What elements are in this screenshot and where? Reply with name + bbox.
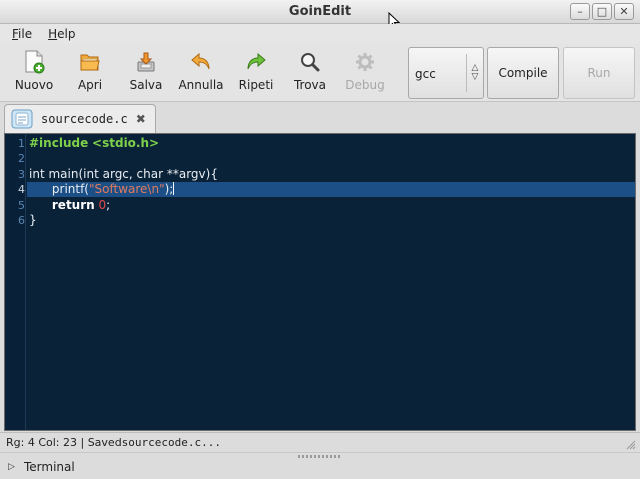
gear-icon xyxy=(353,50,377,74)
debug-label: Debug xyxy=(345,78,385,92)
pane-drag-handle[interactable] xyxy=(298,455,342,458)
save-icon xyxy=(134,50,158,74)
undo-icon xyxy=(189,50,213,74)
type-keyword: int xyxy=(83,167,99,181)
save-button[interactable]: Salva xyxy=(124,50,168,100)
line-number: 1 xyxy=(18,137,25,150)
redo-button[interactable]: Ripeti xyxy=(234,50,278,100)
saved-file-name: sourcecode.c... xyxy=(121,436,222,449)
status-bar: Rg: 4 Col: 23 | Saved sourcecode.c... xyxy=(0,432,640,452)
search-icon xyxy=(298,50,322,74)
undo-button[interactable]: Annulla xyxy=(174,50,228,100)
redo-icon xyxy=(244,50,268,74)
menu-bar: File Help xyxy=(0,24,640,44)
code-text: ; xyxy=(106,198,111,212)
string-literal: "Software\n" xyxy=(89,182,165,196)
close-window-icon[interactable]: ✕ xyxy=(614,3,634,20)
code-text: } xyxy=(29,213,37,227)
line-number: 2 xyxy=(18,152,25,165)
menu-help[interactable]: Help xyxy=(42,27,81,41)
title-bar: GoinEdit – □ ✕ xyxy=(0,0,640,24)
find-button[interactable]: Trova xyxy=(288,50,332,100)
tab-bar: sourcecode.c ✖ xyxy=(0,102,640,133)
window-title: GoinEdit xyxy=(288,4,352,19)
code-line-4: printf("Software\n"); xyxy=(29,182,175,197)
return-keyword: return xyxy=(51,198,95,212)
code-text: argc, xyxy=(98,167,137,181)
code-line-1: #include <stdio.h> xyxy=(29,136,159,151)
terminal-expander[interactable]: ▷ Terminal xyxy=(0,452,640,479)
new-file-icon xyxy=(22,50,46,74)
code-editor[interactable]: 1 2 3 4 5 6 #include <stdio.h> int main(… xyxy=(4,133,636,431)
code-text: ); xyxy=(164,182,174,196)
line-number: 6 xyxy=(18,214,25,227)
compiler-value: gcc xyxy=(415,67,436,81)
resize-grip-icon[interactable] xyxy=(626,440,636,450)
expander-arrow-icon: ▷ xyxy=(8,462,15,472)
find-label: Trova xyxy=(293,78,327,92)
include-header: <stdio.h> xyxy=(92,136,160,150)
tab-sourcecode[interactable]: sourcecode.c ✖ xyxy=(4,104,156,133)
window-controls: – □ ✕ xyxy=(570,3,634,20)
type-keyword: int xyxy=(29,167,45,181)
menu-file[interactable]: File xyxy=(6,27,38,41)
updown-chevron-icon: △ ▽ xyxy=(471,63,479,82)
new-label: Nuovo xyxy=(14,78,54,92)
type-keyword: char xyxy=(136,167,164,181)
number-literal: 0 xyxy=(98,198,107,212)
compile-button[interactable]: Compile xyxy=(487,47,559,99)
redo-label: Ripeti xyxy=(238,78,274,92)
close-tab-icon[interactable]: ✖ xyxy=(136,112,146,126)
code-line-3: int main(int argc, char **argv){ xyxy=(29,167,218,182)
open-folder-icon xyxy=(78,50,102,74)
line-number-gutter: 1 2 3 4 5 6 xyxy=(5,134,26,430)
debug-button[interactable]: Debug xyxy=(342,50,388,100)
line-number-current: 4 xyxy=(18,183,25,196)
code-line-6: } xyxy=(29,213,37,228)
document-icon xyxy=(11,109,33,129)
include-keyword: #include xyxy=(29,136,89,150)
text-caret xyxy=(173,182,175,195)
open-button[interactable]: Apri xyxy=(68,50,112,100)
cursor-position: Rg: 4 Col: 23 | Saved xyxy=(6,436,122,449)
compiler-select[interactable]: gcc △ ▽ xyxy=(408,47,484,99)
line-number: 5 xyxy=(18,199,25,212)
function-call: printf( xyxy=(51,182,89,196)
run-button[interactable]: Run xyxy=(563,47,635,99)
undo-label: Annulla xyxy=(178,78,224,92)
tab-label: sourcecode.c xyxy=(41,112,128,126)
maximize-icon[interactable]: □ xyxy=(592,3,612,20)
code-line-5: return 0; xyxy=(29,198,110,213)
new-button[interactable]: Nuovo xyxy=(12,50,56,100)
code-text: **argv){ xyxy=(163,167,218,181)
minimize-icon[interactable]: – xyxy=(570,3,590,20)
line-number: 3 xyxy=(18,168,25,181)
terminal-label: Terminal xyxy=(24,460,75,474)
combo-separator xyxy=(466,54,467,92)
open-label: Apri xyxy=(77,78,103,92)
code-text: main( xyxy=(44,167,84,181)
save-label: Salva xyxy=(129,78,163,92)
